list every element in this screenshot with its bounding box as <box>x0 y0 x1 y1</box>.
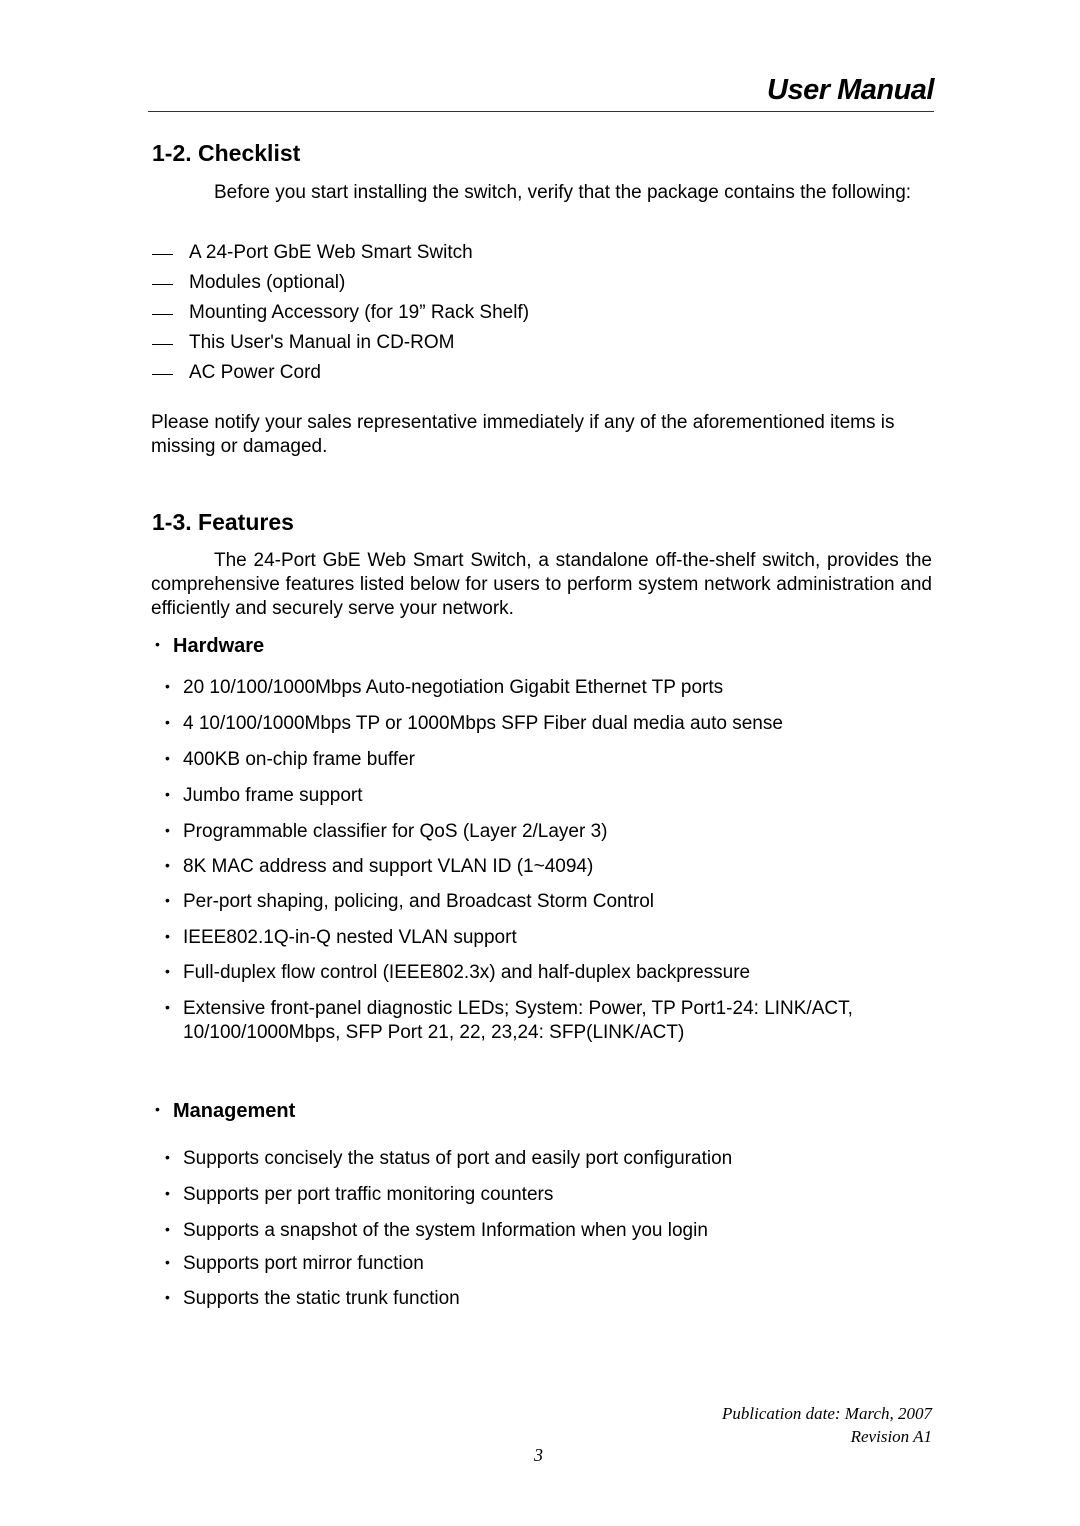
page-number: 3 <box>534 1445 543 1465</box>
bullet-icon: • <box>165 857 170 873</box>
features-intro: The 24-Port GbE Web Smart Switch, a stan… <box>151 550 932 619</box>
bullet-icon: • <box>165 714 170 730</box>
bullet-icon: • <box>165 750 170 766</box>
bullet-icon: • <box>165 822 170 838</box>
dash-bullet-icon <box>152 284 173 285</box>
bullet-icon: • <box>165 786 170 802</box>
hardware-item: • 8K MAC address and support VLAN ID (1~4… <box>165 855 935 879</box>
hardware-item: • Per-port shaping, policing, and Broadca… <box>165 890 935 914</box>
hardware-item: • Jumbo frame support <box>165 784 935 808</box>
management-item: • Supports concisely the status of port a… <box>165 1147 935 1171</box>
checklist-intro: Before you start installing the switch, … <box>214 182 912 203</box>
hardware-item: • 20 10/100/1000Mbps Auto-negotiation Gig… <box>165 676 935 700</box>
footer-info: Publication date: March, 2007 Revision A… <box>722 1402 932 1448</box>
management-item: • Supports port mirror function <box>165 1252 935 1276</box>
publication-date: Publication date: March, 2007 <box>722 1404 932 1423</box>
bullet-icon: • <box>155 1101 160 1117</box>
bullet-icon: • <box>165 1254 170 1270</box>
bullet-icon: • <box>165 1289 170 1305</box>
dash-bullet-icon <box>152 314 173 315</box>
bullet-icon: • <box>165 892 170 908</box>
dash-bullet-icon <box>152 374 173 375</box>
checklist-notice: Please notify your sales representative … <box>151 412 895 457</box>
bullet-icon: • <box>165 999 170 1015</box>
dash-bullet-icon <box>152 344 173 345</box>
hardware-item: • 400KB on-chip frame buffer <box>165 748 935 772</box>
dash-bullet-icon <box>152 254 173 255</box>
hardware-item: • Extensive front-panel diagnostic LEDs; … <box>165 997 935 1045</box>
features-heading: 1-3. Features <box>152 509 294 535</box>
revision: Revision A1 <box>850 1427 932 1446</box>
hardware-heading: • Hardware <box>155 635 265 657</box>
bullet-icon: • <box>165 963 170 979</box>
management-item: • Supports per port traffic monitoring co… <box>165 1183 935 1207</box>
management-heading: • Management <box>155 1100 296 1122</box>
checklist-heading: 1-2. Checklist <box>152 140 301 166</box>
bullet-icon: • <box>165 678 170 694</box>
management-item: • Supports a snapshot of the system Infor… <box>165 1219 935 1243</box>
header-title: User Manual <box>767 74 934 106</box>
hardware-item: • Full-duplex flow control (IEEE802.3x) a… <box>165 961 935 985</box>
hardware-item: • 4 10/100/1000Mbps TP or 1000Mbps SFP Fi… <box>165 712 935 736</box>
bullet-icon: • <box>165 1221 170 1237</box>
hardware-item: • IEEE802.1Q-in-Q nested VLAN support <box>165 926 935 950</box>
hardware-item: • Programmable classifier for QoS (Layer … <box>165 820 935 844</box>
header-divider <box>148 111 934 112</box>
bullet-icon: • <box>165 1149 170 1165</box>
management-item: • Supports the static trunk function <box>165 1287 935 1311</box>
bullet-icon: • <box>155 636 160 652</box>
bullet-icon: • <box>165 928 170 944</box>
bullet-icon: • <box>165 1185 170 1201</box>
